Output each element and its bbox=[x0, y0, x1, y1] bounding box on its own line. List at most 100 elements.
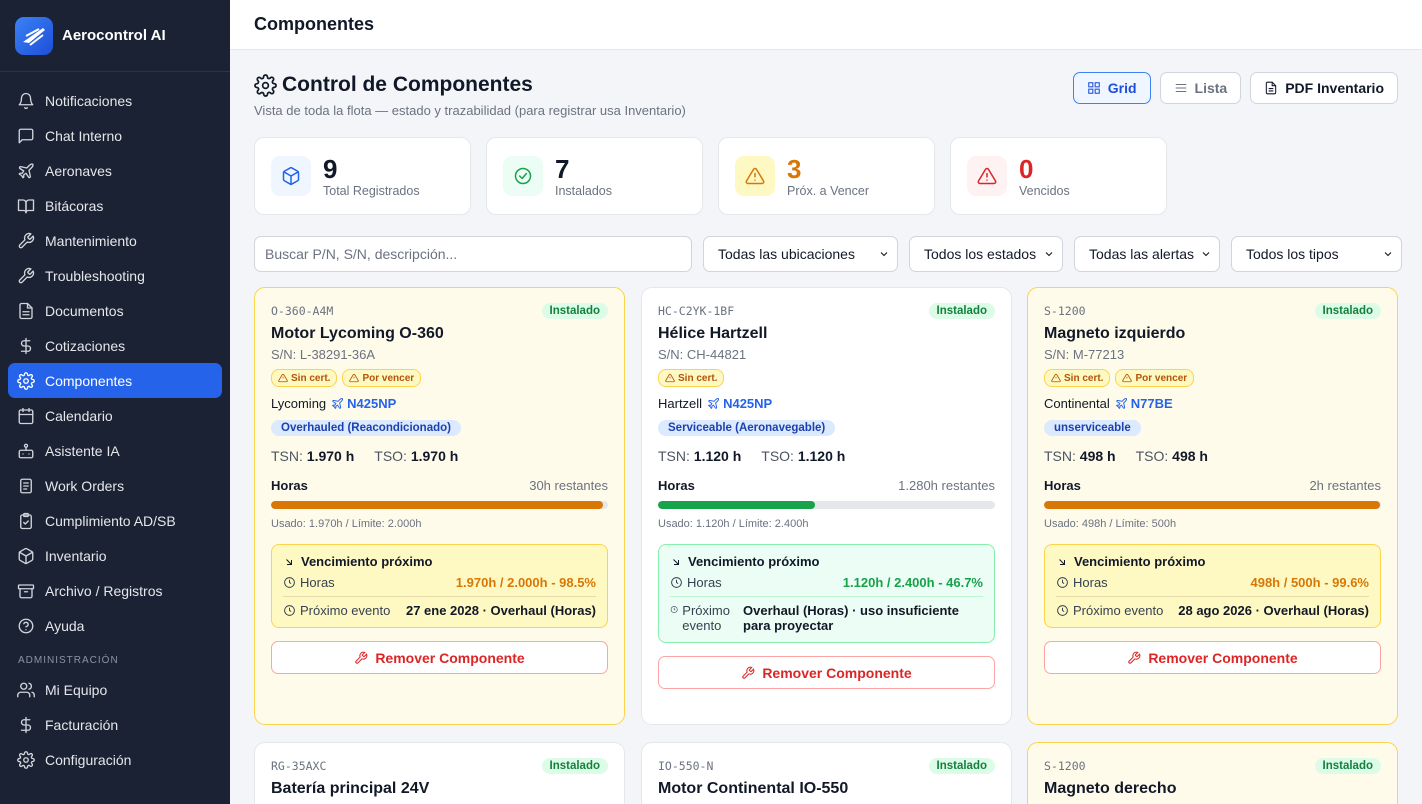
sidebar-item-configuracion[interactable]: Configuración bbox=[8, 742, 222, 777]
list-view-button[interactable]: Lista bbox=[1159, 72, 1242, 104]
stat-value: 0 bbox=[1019, 153, 1034, 184]
alert-tags: Sin cert. bbox=[658, 369, 995, 387]
component-card[interactable]: HC-C2YK-1BF Instalado Hélice Hartzell S/N: … bbox=[641, 287, 1012, 725]
sidebar-item-label: Mantenimiento bbox=[45, 232, 137, 249]
expiry-hours-value: 1.120h / 2.400h - 46.7% bbox=[842, 575, 983, 590]
manufacturer-row: Hartzell N425NP bbox=[658, 396, 995, 411]
component-name: Hélice Hartzell bbox=[658, 325, 768, 342]
arrow-down-right-icon bbox=[673, 558, 679, 565]
alerts-select-value: Todas las alertas bbox=[1089, 246, 1195, 262]
sidebar-item-label: Calendario bbox=[45, 407, 113, 424]
usage-text: Usado: 1.120h / Límite: 2.400h bbox=[658, 518, 809, 530]
sidebar-item-cotizaciones[interactable]: Cotizaciones bbox=[8, 328, 222, 363]
tsn-label: TSN: bbox=[271, 448, 303, 464]
aircraft-registration-link[interactable]: N425NP bbox=[347, 396, 396, 411]
types-select[interactable]: Todos los tipos bbox=[1231, 236, 1402, 272]
usage-text: Usado: 1.970h / Límite: 2.000h bbox=[271, 518, 422, 530]
tso-value: 1.970 h bbox=[410, 448, 459, 464]
grid-view-button[interactable]: Grid bbox=[1072, 72, 1151, 104]
component-card[interactable]: S-1200 Instalado Magneto izquierdo S/N: M-7… bbox=[1027, 287, 1398, 725]
chat-icon bbox=[18, 128, 34, 143]
stat-label: Vencidos bbox=[1019, 183, 1070, 198]
clipboard-icon bbox=[20, 478, 32, 493]
location-select[interactable]: Todas las ubicaciones bbox=[703, 236, 898, 272]
view-toggle: Grid Lista PDF Inventario bbox=[1072, 72, 1398, 104]
sidebar-item-label: Mi Equipo bbox=[45, 681, 108, 698]
sidebar-item-ayuda[interactable]: Ayuda bbox=[8, 608, 222, 643]
remove-component-button[interactable]: Remover Componente bbox=[1044, 641, 1381, 674]
sidebar-item-troubleshooting[interactable]: Troubleshooting bbox=[8, 258, 222, 293]
admin-section-label: ADMINISTRACIÓN bbox=[18, 655, 119, 666]
wrench-icon bbox=[355, 651, 368, 664]
alert-tag-label: Sin cert. bbox=[1064, 372, 1104, 384]
component-card[interactable]: IO-550-N Instalado Motor Continental IO-55… bbox=[641, 742, 1012, 804]
calendar-icon bbox=[18, 407, 34, 424]
pdf-inventory-button[interactable]: PDF Inventario bbox=[1250, 72, 1398, 104]
gear-icon bbox=[17, 371, 35, 390]
stat-value: 7 bbox=[555, 153, 570, 184]
grid-view-label: Grid bbox=[1107, 80, 1137, 96]
status-select[interactable]: Todos los estados bbox=[909, 236, 1063, 272]
pdf-inventory-label: PDF Inventario bbox=[1285, 80, 1384, 96]
sidebar-item-cumplimiento-ad-sb[interactable]: Cumplimiento AD/SB bbox=[8, 503, 222, 538]
sidebar-item-asistente-ia[interactable]: Asistente IA bbox=[8, 433, 222, 468]
warning-icon bbox=[1122, 373, 1133, 383]
sidebar-item-aeronaves[interactable]: Aeronaves bbox=[8, 153, 222, 188]
sidebar-item-facturacion[interactable]: Facturación bbox=[8, 707, 222, 742]
next-event-label: Próximo evento bbox=[1073, 603, 1164, 618]
stat-expiring: 3 Próx. a Vencer bbox=[718, 137, 935, 215]
sidebar-item-work-orders[interactable]: Work Orders bbox=[8, 468, 222, 503]
serial-number: S/N: L-38291-36A bbox=[271, 347, 376, 362]
aircraft-registration-link[interactable]: N77BE bbox=[1131, 396, 1173, 411]
expiry-hours-value: 1.970h / 2.000h - 98.5% bbox=[455, 575, 596, 590]
sidebar-item-componentes[interactable]: Componentes bbox=[8, 363, 222, 398]
sidebar-item-notificaciones[interactable]: Notificaciones bbox=[8, 83, 222, 118]
sidebar-item-label: Chat Interno bbox=[45, 127, 123, 144]
sidebar-item-documentos[interactable]: Documentos bbox=[8, 293, 222, 328]
component-card[interactable]: O-360-A4M Instalado Motor Lycoming O-360 S/… bbox=[254, 287, 625, 725]
search-input[interactable] bbox=[254, 236, 692, 272]
next-event-label: Próximo evento bbox=[300, 603, 391, 618]
tsn-label: TSN: bbox=[1044, 448, 1076, 464]
chevron-down-icon bbox=[1045, 252, 1053, 257]
sidebar-item-mantenimiento[interactable]: Mantenimiento bbox=[8, 223, 222, 258]
expiry-title: Vencimiento próximo bbox=[1074, 554, 1206, 569]
bar-label: Horas bbox=[658, 478, 695, 493]
alerts-select[interactable]: Todas las alertas bbox=[1074, 236, 1220, 272]
usage-text: Usado: 498h / Límite: 500h bbox=[1044, 518, 1177, 530]
condition-badge: Serviceable (Aeronavegable) bbox=[658, 420, 836, 436]
component-card[interactable]: S-1200 Instalado Magneto derecho bbox=[1027, 742, 1398, 804]
component-card[interactable]: RG-35AXC Instalado Batería principal 24V bbox=[254, 742, 625, 804]
tsn-value: 1.970 h bbox=[306, 448, 355, 464]
sidebar-item-label: Ayuda bbox=[45, 617, 85, 634]
aircraft-registration-link[interactable]: N425NP bbox=[723, 396, 772, 411]
stat-expired: 0 Vencidos bbox=[950, 137, 1167, 215]
main-content: Componentes Control de Componentes Vista… bbox=[230, 0, 1422, 804]
sidebar-item-chat-interno[interactable]: Chat Interno bbox=[8, 118, 222, 153]
users-icon bbox=[17, 682, 35, 697]
sidebar-item-label: Cumplimiento AD/SB bbox=[45, 512, 176, 529]
hours-progress-fill bbox=[1044, 501, 1380, 509]
brand[interactable]: Aerocontrol AI bbox=[0, 0, 230, 72]
alert-tags: Sin cert. Por vencer bbox=[271, 369, 608, 387]
remove-component-button[interactable]: Remover Componente bbox=[271, 641, 608, 674]
sidebar-item-label: Configuración bbox=[45, 751, 132, 768]
stat-value: 3 bbox=[787, 153, 802, 184]
remove-component-label: Remover Componente bbox=[1148, 649, 1298, 666]
expiry-box: Vencimiento próximo Horas 1.970h / 2.000h … bbox=[271, 544, 608, 628]
part-number: O-360-A4M bbox=[271, 304, 334, 318]
alert-tag-label: Sin cert. bbox=[291, 372, 331, 384]
sidebar-item-label: Work Orders bbox=[45, 477, 125, 494]
remove-component-button[interactable]: Remover Componente bbox=[658, 656, 995, 689]
clock-icon bbox=[671, 577, 682, 588]
bell-icon bbox=[18, 92, 34, 109]
next-event-label: Próximo evento bbox=[682, 603, 730, 633]
tso-value: 498 h bbox=[1172, 448, 1208, 464]
status-badge: Instalado bbox=[1314, 758, 1381, 774]
sidebar-item-archivo-registros[interactable]: Archivo / Registros bbox=[8, 573, 222, 608]
sidebar-item-mi-equipo[interactable]: Mi Equipo bbox=[8, 672, 222, 707]
sidebar-item-calendario[interactable]: Calendario bbox=[8, 398, 222, 433]
sidebar-item-bitacoras[interactable]: Bitácoras bbox=[8, 188, 222, 223]
sidebar-item-inventario[interactable]: Inventario bbox=[8, 538, 222, 573]
sidebar-item-label: Facturación bbox=[45, 716, 119, 733]
